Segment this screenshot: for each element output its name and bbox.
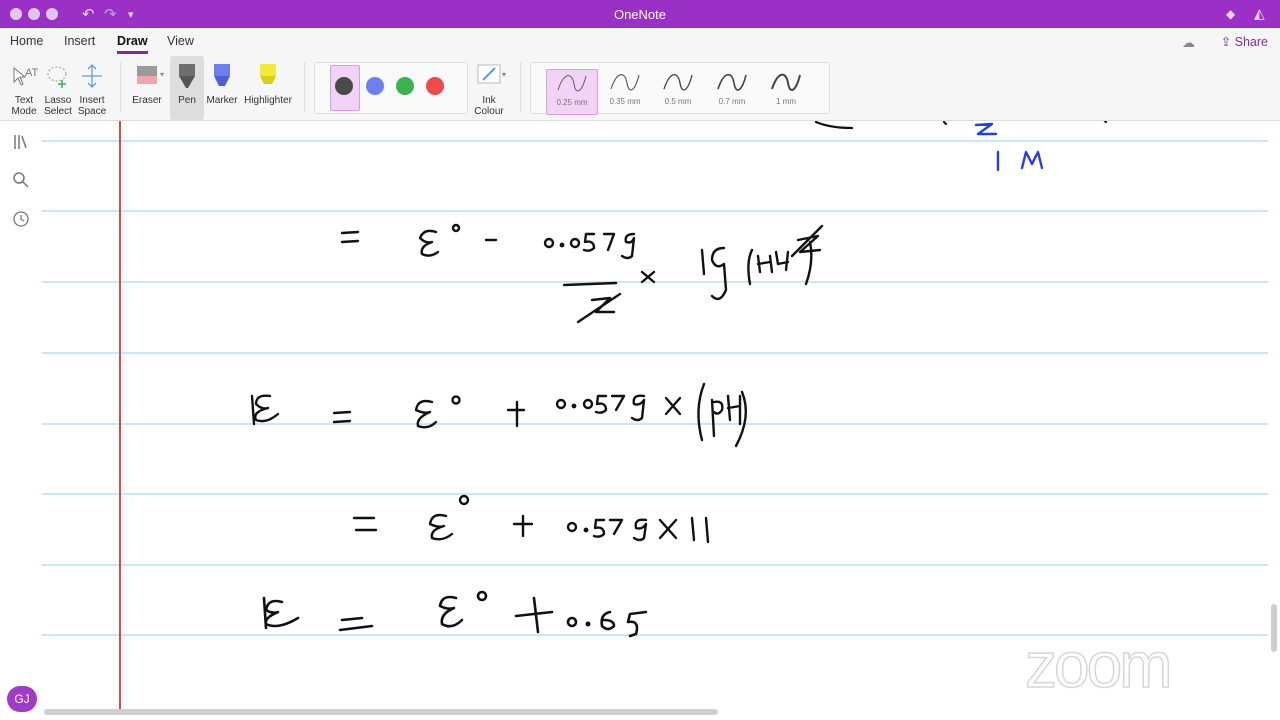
- thickness-option-3[interactable]: 0.7 mm: [707, 69, 757, 113]
- thickness-option-1[interactable]: 0.35 mm: [600, 69, 650, 113]
- lasso-select-button[interactable]: Lasso Select: [42, 56, 74, 120]
- ink-stroke-blue: [974, 122, 1044, 172]
- pen-colour-blue[interactable]: [366, 77, 384, 95]
- lasso-icon: [47, 66, 67, 88]
- eraser-dropdown-icon[interactable]: ▾: [160, 70, 164, 79]
- search-icon[interactable]: [12, 171, 30, 189]
- notebooks-icon[interactable]: [12, 133, 30, 151]
- insert-space-button[interactable]: Insert Space: [76, 56, 108, 120]
- tab-view[interactable]: View: [167, 34, 194, 48]
- thickness-group: 0.25 mm 0.35 mm 0.5 mm 0.7 mm 1 mm: [530, 62, 830, 115]
- toolbar-divider: [120, 62, 121, 112]
- thickness-stroke-icon: [663, 74, 693, 91]
- ink-equation-line-3: [352, 494, 710, 544]
- toolbar-divider: [304, 62, 305, 112]
- ink-equation-line-4: [262, 590, 648, 638]
- insert-space-icon: [82, 64, 102, 88]
- eraser-button[interactable]: Eraser: [128, 56, 166, 120]
- vertical-scrollbar[interactable]: [1271, 604, 1277, 652]
- pen-colour-red[interactable]: [426, 77, 444, 95]
- draw-toolbar: AT Text Mode Lasso Select Insert Space E…: [0, 56, 1280, 121]
- window-title: OneNote: [613, 7, 667, 22]
- highlighter-button[interactable]: Highlighter: [242, 56, 294, 120]
- ink-equation-line-1: [340, 223, 824, 324]
- ink-equation-line-2: [250, 382, 748, 448]
- tab-home[interactable]: Home: [10, 34, 43, 48]
- thickness-stroke-icon: [610, 74, 640, 91]
- eraser-icon: [137, 66, 157, 84]
- zoom-watermark: zoom: [1024, 628, 1173, 702]
- note-page-canvas[interactable]: [42, 121, 1268, 709]
- ink-colour-button[interactable]: Ink Colour: [470, 56, 508, 120]
- marker-button[interactable]: Marker: [204, 56, 240, 120]
- text-mode-button[interactable]: AT Text Mode: [8, 56, 40, 120]
- thickness-stroke-icon: [717, 73, 747, 91]
- marker-icon: [214, 64, 230, 86]
- pen-button[interactable]: Pen: [170, 56, 204, 120]
- thickness-option-2[interactable]: 0.5 mm: [653, 69, 703, 113]
- horizontal-scrollbar[interactable]: [44, 709, 718, 715]
- left-navigation-rail: [0, 121, 42, 720]
- pen-icon: [179, 64, 195, 88]
- tab-draw[interactable]: Draw: [117, 34, 148, 54]
- text-mode-icon: AT: [13, 66, 39, 86]
- pen-colour-group: [314, 62, 468, 114]
- share-icon: ⇪: [1220, 35, 1235, 49]
- recent-notes-icon[interactable]: [12, 210, 30, 228]
- user-avatar[interactable]: GJ: [7, 686, 37, 712]
- ink-colour-dropdown-icon[interactable]: ▾: [502, 70, 506, 79]
- toolbar-divider: [520, 62, 521, 112]
- pen-colour-green[interactable]: [396, 77, 414, 95]
- svg-text:AT: AT: [25, 67, 38, 79]
- highlighter-icon: [260, 64, 276, 84]
- tab-insert[interactable]: Insert: [64, 34, 95, 48]
- handwritten-ink: [250, 121, 1108, 638]
- thickness-option-4[interactable]: 1 mm: [761, 69, 811, 113]
- title-bar: ↶ ↷ ▾ OneNote ◆ ◭: [0, 0, 1280, 28]
- share-button[interactable]: ⇪ Share: [1221, 34, 1268, 49]
- ink-colour-icon: [477, 64, 501, 84]
- ink-stroke-top: [814, 121, 1108, 130]
- thickness-stroke-icon: [771, 73, 801, 91]
- account-icon[interactable]: ◭: [1254, 5, 1265, 22]
- ribbon-tabs: Home Insert Draw View ☁ ⇪ Share: [0, 28, 1280, 57]
- pen-colour-dark-grey[interactable]: [335, 77, 353, 95]
- thickness-option-0[interactable]: 0.25 mm: [546, 69, 598, 115]
- notifications-icon[interactable]: ◆: [1226, 7, 1235, 21]
- sync-cloud-icon[interactable]: ☁: [1182, 35, 1195, 51]
- thickness-stroke-icon: [557, 75, 587, 92]
